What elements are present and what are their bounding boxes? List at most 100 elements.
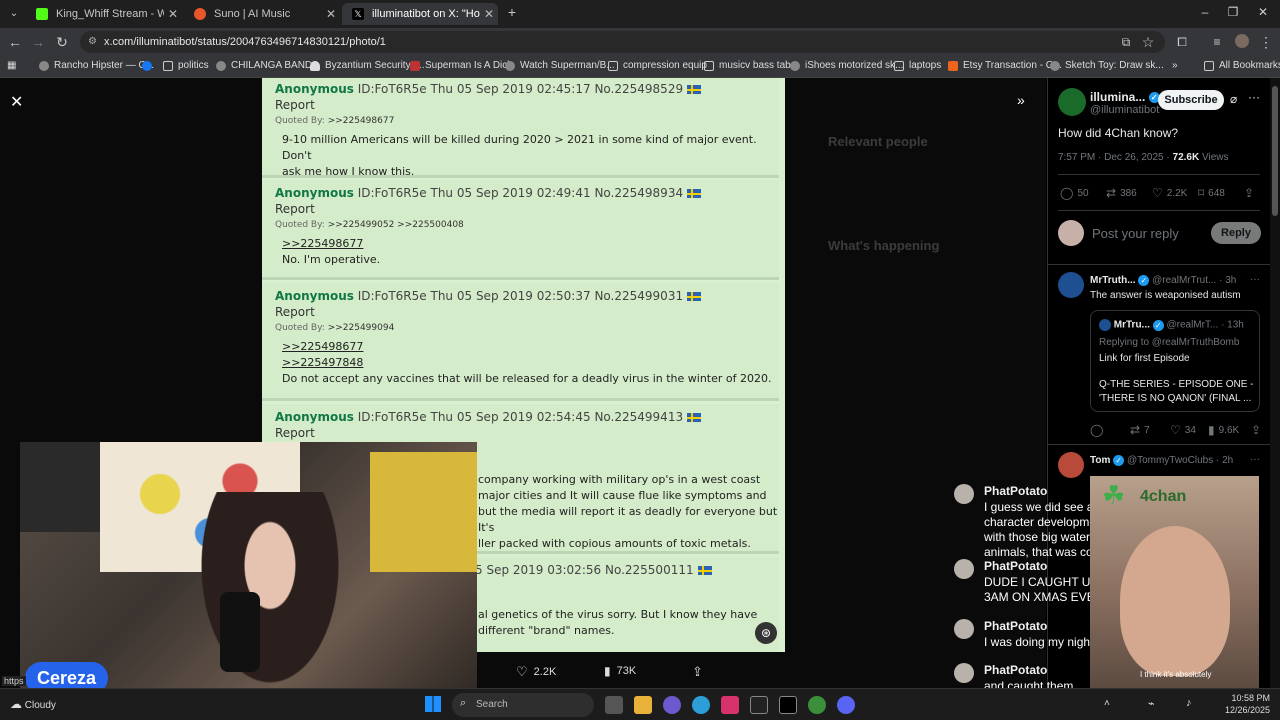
bookmarks-overflow-icon[interactable]: » bbox=[1172, 60, 1178, 71]
reply-stat[interactable]: ◯ 50 bbox=[1060, 186, 1089, 200]
author-name[interactable]: illumina... ✓ bbox=[1090, 90, 1160, 104]
report-label: Report bbox=[275, 305, 315, 319]
close-viewer-icon[interactable]: ✕ bbox=[10, 92, 23, 112]
close-tab-icon[interactable]: ✕ bbox=[480, 7, 498, 21]
share-button[interactable]: ⇪ bbox=[692, 664, 703, 680]
profile-avatar-icon[interactable] bbox=[1232, 34, 1252, 51]
quoted-tweet[interactable]: MrTru... ✓ @realMrT... · 13h Replying to… bbox=[1090, 310, 1260, 412]
bookmark-bass-tabs[interactable]: musicv bass tabs bbox=[704, 60, 796, 71]
subscribe-button[interactable]: Subscribe bbox=[1158, 90, 1224, 110]
start-button[interactable] bbox=[425, 696, 441, 712]
panel-scrollbar[interactable] bbox=[1270, 78, 1280, 688]
repost-stat[interactable]: ⇄ 386 bbox=[1106, 186, 1137, 200]
bookmark-watch-superman[interactable]: Watch Superman/B... bbox=[505, 60, 615, 71]
weather-widget[interactable]: ☁ Cloudy bbox=[10, 692, 56, 711]
taskbar-search[interactable]: ⌕ Search bbox=[452, 693, 594, 717]
reply-avatar[interactable] bbox=[1058, 272, 1084, 298]
reply-input[interactable]: Post your reply bbox=[1092, 226, 1179, 241]
bookmark-chilanga-banda[interactable]: CHILANGA BANDA bbox=[216, 60, 319, 71]
bookmark-politics[interactable]: politics bbox=[142, 60, 209, 71]
network-icon[interactable]: ⌁ bbox=[1148, 697, 1155, 710]
author-handle[interactable]: @illuminatibot bbox=[1090, 104, 1159, 116]
share-icon[interactable]: ⇪ bbox=[1244, 186, 1258, 200]
amazon-icon[interactable] bbox=[750, 696, 768, 714]
reply-reply-stat[interactable]: ◯ bbox=[1090, 423, 1107, 437]
chrome-icon[interactable] bbox=[808, 696, 826, 714]
bookmark-stat[interactable]: ⌑ 648 bbox=[1198, 186, 1225, 200]
forward-icon[interactable]: → bbox=[28, 34, 48, 50]
copilot-icon[interactable] bbox=[663, 696, 681, 714]
windows-taskbar: ☁ Cloudy ⌕ Search ˄ ⌁ ♪ 10:58 PM 12/26/2… bbox=[0, 688, 1280, 720]
bookmark-sketch-toy[interactable]: Sketch Toy: Draw sk... bbox=[1050, 60, 1164, 71]
x-app-icon[interactable] bbox=[779, 696, 797, 714]
reply-more-icon[interactable]: ··· bbox=[1250, 454, 1260, 465]
expand-panel-icon[interactable]: » bbox=[1017, 92, 1025, 108]
tray-chevron-icon[interactable]: ˄ bbox=[1104, 698, 1110, 709]
reply-author[interactable]: Tom ✓ @TommyTwoClubs · 2h bbox=[1090, 455, 1233, 466]
file-explorer-icon[interactable] bbox=[634, 696, 652, 714]
maximize-icon[interactable]: ❐ bbox=[1218, 5, 1248, 19]
author-avatar[interactable] bbox=[1058, 88, 1086, 116]
my-avatar[interactable] bbox=[1058, 220, 1084, 246]
close-window-icon[interactable]: ✕ bbox=[1248, 5, 1278, 19]
bookmark-star-icon[interactable]: ☆ bbox=[1138, 34, 1158, 50]
volume-icon[interactable]: ♪ bbox=[1186, 697, 1192, 709]
tab-king-whiff[interactable]: King_Whiff Stream - Watch Live ✕ bbox=[26, 3, 182, 25]
extensions-icon[interactable]: ⧠ bbox=[1172, 34, 1192, 50]
site-info-icon[interactable]: ⚙ bbox=[88, 31, 97, 53]
tab-search-icon[interactable]: ⌄ bbox=[4, 6, 24, 22]
bookmark-byzantium[interactable]: Byzantium Security I... bbox=[310, 60, 424, 71]
views-button[interactable]: ▮ 73K bbox=[604, 664, 636, 678]
browser-menu-icon[interactable]: ⋮ bbox=[1256, 34, 1276, 50]
edge-icon[interactable] bbox=[692, 696, 710, 714]
bookmark-superman[interactable]: Superman Is A Dick bbox=[410, 60, 512, 71]
quoted-by: Quoted By: >>225499094 bbox=[275, 323, 395, 333]
install-app-icon[interactable]: ⧉ bbox=[1116, 34, 1136, 50]
task-view-icon[interactable] bbox=[605, 696, 623, 714]
bookmark-rancho-hipster[interactable]: Rancho Hipster — C... bbox=[39, 60, 154, 71]
grok-icon[interactable]: ⌀ bbox=[1230, 92, 1237, 106]
back-icon[interactable]: ← bbox=[5, 34, 25, 50]
url-input[interactable]: ⚙ x.com/illuminatibot/status/20047634967… bbox=[80, 31, 1165, 53]
grok-analyze-icon[interactable]: ⊛ bbox=[755, 622, 777, 644]
reply-share-icon[interactable]: ⇪ bbox=[1251, 423, 1265, 437]
reply-author[interactable]: MrTruth... ✓ @realMrTrut... · 3h bbox=[1090, 275, 1236, 286]
discord-icon[interactable] bbox=[837, 696, 855, 714]
bookmark-laptops[interactable]: laptops bbox=[894, 60, 941, 71]
globe-icon bbox=[1050, 60, 1060, 71]
media-controls-icon[interactable]: ≡ bbox=[1207, 34, 1227, 50]
minimize-icon[interactable]: – bbox=[1190, 5, 1220, 19]
bookmark-ishoes[interactable]: iShoes motorized sk... bbox=[790, 60, 903, 71]
cloud-icon: ☁ bbox=[10, 697, 22, 711]
reply-icon: ◯ bbox=[1060, 186, 1074, 200]
bookmark-etsy[interactable]: Etsy Transaction - G... bbox=[948, 60, 1062, 71]
more-icon[interactable]: ··· bbox=[1248, 90, 1260, 104]
folder-icon bbox=[1204, 60, 1214, 71]
reply-like-stat[interactable]: ♡ 34 bbox=[1170, 423, 1196, 437]
new-tab-button[interactable]: + bbox=[497, 4, 527, 20]
tab-title: Suno | AI Music bbox=[214, 8, 291, 20]
reply-repost-stat[interactable]: ⇄ 7 bbox=[1130, 423, 1150, 437]
scrollbar-thumb[interactable] bbox=[1272, 86, 1278, 216]
close-tab-icon[interactable]: ✕ bbox=[322, 7, 340, 21]
tab-illuminatibot[interactable]: 𝕏 illuminatibot on X: "How did 4C ✕ bbox=[342, 3, 498, 25]
reply-more-icon[interactable]: ··· bbox=[1250, 274, 1260, 285]
instagram-icon[interactable] bbox=[721, 696, 739, 714]
tab-suno[interactable]: Suno | AI Music ✕ bbox=[184, 3, 340, 25]
clock[interactable]: 10:58 PM 12/26/2025 bbox=[1212, 692, 1270, 716]
apps-icon[interactable]: ▦ bbox=[7, 60, 16, 71]
all-bookmarks-button[interactable]: All Bookmarks bbox=[1204, 60, 1280, 71]
like-button[interactable]: ♡ 2.2K bbox=[516, 664, 556, 680]
chat-username: PhatPotato bbox=[984, 559, 1048, 573]
bookmark-compression[interactable]: compression equip bbox=[608, 60, 707, 71]
reply-avatar[interactable] bbox=[1058, 452, 1084, 478]
close-tab-icon[interactable]: ✕ bbox=[164, 7, 182, 21]
sweden-flag-icon bbox=[697, 566, 712, 575]
tweet-divider bbox=[1058, 174, 1260, 175]
chan-post: Anonymous ID:FoT6R5e Thu 05 Sep 2019 02:… bbox=[262, 283, 779, 401]
sweden-flag-icon bbox=[687, 413, 702, 422]
like-stat[interactable]: ♡ 2.2K bbox=[1152, 186, 1187, 200]
reply-views-stat[interactable]: ▮ 9.6K bbox=[1208, 423, 1239, 437]
reply-button[interactable]: Reply bbox=[1211, 222, 1261, 244]
reload-icon[interactable]: ↻ bbox=[52, 34, 72, 50]
